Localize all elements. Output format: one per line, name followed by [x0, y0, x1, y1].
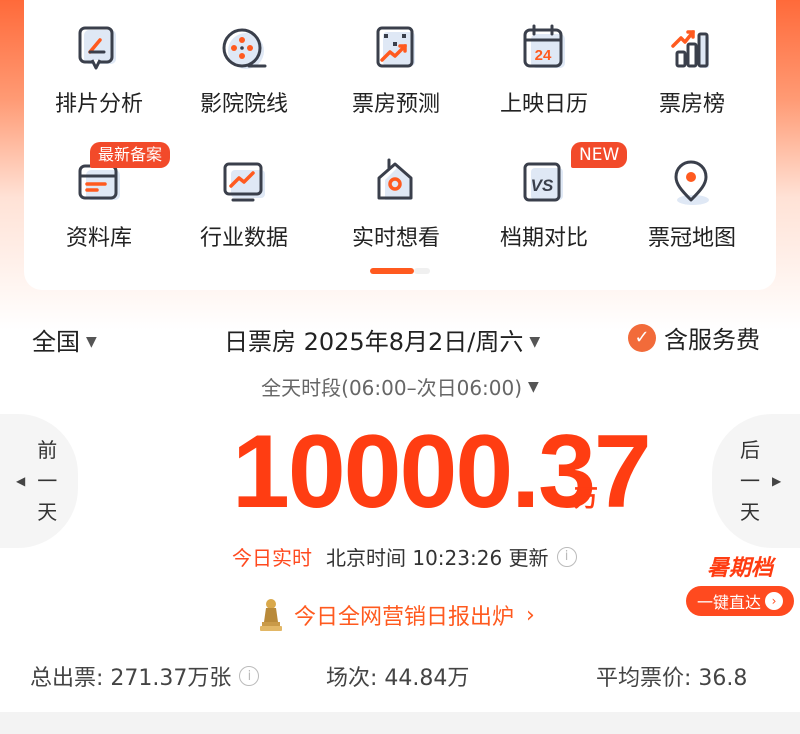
next-char: 后 [740, 437, 760, 462]
versus-icon-text: VS [531, 176, 554, 195]
calendar-icon: 24 [519, 24, 569, 74]
box-office-total: 10000.37 [232, 414, 652, 530]
info-icon[interactable]: i [239, 666, 260, 686]
caret-down-icon: ▼ [86, 334, 97, 350]
promo-button-label: 一键直达 [696, 593, 761, 612]
daily-report-link[interactable]: 今日全网营销日报出炉 › [258, 598, 535, 632]
page-indicator [370, 268, 430, 274]
trophy-icon [260, 599, 282, 631]
region-selector[interactable]: 全国 ▼ [32, 322, 97, 357]
date-label: 日票房 2025年8月2日/周六 [224, 328, 524, 356]
period-label: 全天时段(06:00–次日06:00) [261, 376, 523, 400]
industry-chart-icon [219, 158, 269, 208]
menu-card: 排片分析 影院院线 票房预测 24 上映日历 票房榜 资料库 最新备案 行业数据… [24, 0, 776, 290]
menu-item-period-compare[interactable]: VS 档期对比 NEW [469, 134, 628, 254]
caret-down-icon: ▼ [529, 334, 541, 350]
tickets-value: 总出票: 271.37万张 [30, 666, 232, 691]
menu-item-label: 资料库 [65, 226, 132, 251]
chevron-right-icon: › [765, 592, 783, 610]
region-label: 全国 [32, 328, 80, 356]
want-to-watch-icon [371, 158, 421, 208]
menu-item-label: 行业数据 [199, 226, 288, 251]
menu-item-database[interactable]: 资料库 最新备案 [24, 134, 174, 254]
calendar-icon-day: 24 [535, 47, 552, 64]
page-indicator-inactive [414, 268, 430, 274]
menu-item-label: 档期对比 [499, 226, 588, 251]
date-selector[interactable]: 日票房 2025年8月2日/周六 ▼ [224, 322, 540, 357]
arrow-right-icon: ▶ [772, 474, 782, 488]
menu-item-label: 上映日历 [499, 92, 588, 117]
service-fee-label: 含服务费 [664, 326, 760, 354]
arrow-left-icon: ◀ [16, 474, 26, 488]
previous-day-button[interactable]: ◀ 前 一 天 [0, 414, 78, 548]
live-label: 今日实时 [232, 546, 312, 570]
next-day-button[interactable]: 后 一 天 ▶ [712, 414, 800, 548]
next-char: 一 [740, 468, 760, 493]
menu-item-cinemas[interactable]: 影院院线 [169, 0, 319, 120]
menu-item-want-to-watch[interactable]: 实时想看 [321, 134, 471, 254]
menu-item-ranking[interactable]: 票房榜 [617, 0, 767, 120]
menu-item-label: 票冠地图 [647, 226, 736, 251]
page-indicator-active [370, 268, 414, 274]
stat-avg-price: 平均票价: 36.8 [596, 660, 747, 692]
summer-season-promo[interactable]: 暑期档 一键直达 › [686, 550, 794, 616]
update-time: 北京时间 10:23:26 更新 [326, 546, 549, 570]
ranking-icon [667, 24, 717, 74]
avg-price-value: 平均票价: 36.8 [596, 666, 748, 691]
versus-icon: VS [519, 158, 569, 208]
forecast-icon [371, 24, 421, 74]
service-fee-toggle[interactable]: ✓ 含服务费 [628, 320, 760, 355]
menu-item-schedule-analysis[interactable]: 排片分析 [24, 0, 174, 120]
box-office-unit: 万 [574, 484, 598, 512]
menu-item-box-office-map[interactable]: 票冠地图 [617, 134, 767, 254]
menu-item-label: 票房预测 [351, 92, 440, 117]
prev-char: 一 [37, 468, 58, 493]
menu-item-release-calendar[interactable]: 24 上映日历 [469, 0, 619, 120]
prev-char: 天 [37, 499, 58, 524]
menu-item-industry-data[interactable]: 行业数据 [169, 134, 319, 254]
caret-down-icon: ▼ [528, 379, 539, 395]
period-selector[interactable]: 全天时段(06:00–次日06:00) ▼ [0, 372, 800, 401]
promo-button[interactable]: 一键直达 › [686, 586, 794, 616]
info-icon[interactable]: i [556, 546, 577, 567]
stat-shows: 场次: 44.84万 [326, 660, 469, 692]
prev-char: 前 [37, 437, 58, 462]
section-divider [0, 712, 800, 734]
map-pin-icon [667, 158, 717, 208]
promo-title: 暑期档 [706, 556, 773, 581]
schedule-analysis-icon [74, 24, 124, 74]
update-status: 今日实时 北京时间 10:23:26 更新 i [232, 542, 577, 571]
film-reel-icon [219, 24, 269, 74]
menu-item-label: 影院院线 [199, 92, 288, 117]
checkmark-icon: ✓ [628, 323, 656, 352]
shows-value: 场次: 44.84万 [326, 666, 470, 691]
menu-item-label: 票房榜 [658, 92, 725, 117]
chevron-right-icon: › [526, 602, 535, 628]
stat-tickets: 总出票: 271.37万张 i [30, 660, 260, 692]
menu-item-label: 实时想看 [351, 226, 440, 251]
new-filing-badge: 最新备案 [90, 142, 171, 168]
menu-item-label: 排片分析 [54, 92, 143, 117]
menu-item-forecast[interactable]: 票房预测 [321, 0, 471, 120]
report-label: 今日全网营销日报出炉 [294, 605, 515, 630]
next-char: 天 [740, 499, 760, 524]
